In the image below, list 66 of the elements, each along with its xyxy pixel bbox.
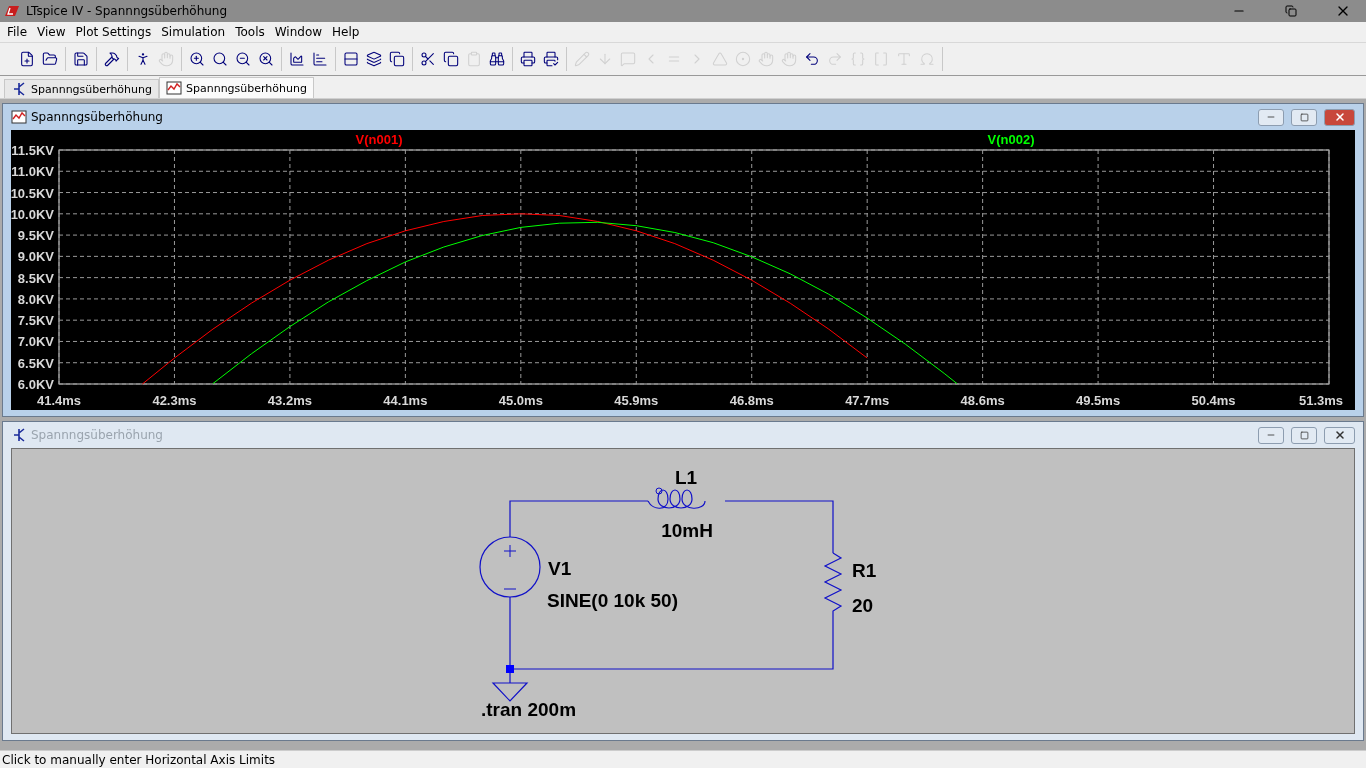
trace-legend[interactable]: V(n001) — [355, 132, 403, 147]
y-tick-label: 7.5KV — [17, 313, 54, 329]
x-tick-label: 51.3ms — [1298, 393, 1344, 408]
y-tick-label: 9.0KV — [17, 249, 54, 265]
x-tick-label: 44.1ms — [383, 393, 428, 408]
menu-item[interactable]: Plot Settings — [70, 25, 157, 39]
window-title: LTspice IV - Spannngsüberhöhung — [26, 4, 229, 18]
x-tick-label: 46.8ms — [729, 393, 774, 408]
y-tick-label: 10.5KV — [11, 185, 54, 201]
x-tick-label: 49.5ms — [1076, 393, 1121, 408]
document-tab[interactable]: Spannngsüberhöhung — [159, 77, 314, 98]
y-tick-label: 11.0KV — [11, 164, 54, 180]
maximize-button[interactable] — [1291, 108, 1317, 126]
close-icon — [1333, 111, 1346, 123]
menu-item[interactable]: File — [2, 25, 33, 39]
y-tick-label: 10.0KV — [11, 206, 54, 222]
inductor-symbol[interactable] — [647, 487, 706, 509]
x-tick-label: 41.4ms — [36, 393, 82, 408]
x-tick-label: 47.7ms — [845, 393, 890, 408]
schematic-icon — [11, 427, 27, 443]
source-value[interactable]: SINE(0 10k 50) — [547, 590, 678, 611]
schematic-window-title: Spannngsüberhöhung — [31, 428, 164, 442]
x-tick-label: 45.0ms — [498, 393, 543, 408]
y-tick-label: 6.0KV — [17, 377, 54, 392]
resistor-value[interactable]: 20 — [852, 595, 874, 616]
schematic-canvas[interactable]: L1 10mH V1 SINE(0 10k 50) R1 20 .tran 200m — [11, 448, 1355, 734]
x-tick-label: 45.9ms — [614, 393, 659, 408]
y-tick-label: 9.5KV — [17, 228, 54, 244]
x-tick-label: 42.3ms — [152, 393, 197, 408]
x-tick-label: 50.4ms — [1191, 393, 1236, 408]
inductor-name[interactable]: L1 — [674, 467, 698, 488]
plot-icon — [166, 80, 182, 96]
inductor-value[interactable]: 10mH — [661, 520, 713, 541]
maximize-icon — [1299, 112, 1309, 122]
menu-item[interactable]: Simulation — [156, 25, 231, 39]
y-tick-label: 7.0KV — [17, 334, 54, 350]
resistor-name[interactable]: R1 — [852, 560, 877, 581]
y-tick-label: 6.5KV — [17, 355, 54, 371]
voltage-source-symbol[interactable] — [479, 536, 541, 598]
y-tick-label: 11.5KV — [11, 143, 54, 158]
resistor-symbol[interactable] — [823, 552, 843, 620]
close-button[interactable] — [1324, 426, 1355, 444]
menu-item[interactable]: Help — [327, 25, 365, 39]
source-name[interactable]: V1 — [548, 558, 572, 579]
document-tab[interactable]: Spannngsüberhöhung — [4, 79, 159, 98]
maximize-icon — [1299, 430, 1309, 440]
app-logo-icon — [4, 5, 20, 17]
y-tick-label: 8.0KV — [17, 291, 54, 307]
trace-legend[interactable]: V(n002) — [987, 132, 1035, 147]
close-button[interactable] — [1324, 108, 1355, 126]
y-tick-label: 8.5KV — [17, 270, 54, 286]
menu-item[interactable]: View — [32, 25, 71, 39]
ground-symbol[interactable] — [492, 672, 529, 702]
restore-icon — [1285, 5, 1297, 17]
menu-item[interactable]: Window — [269, 25, 328, 39]
plot-window-title: Spannngsüberhöhung — [31, 110, 164, 124]
menu-item[interactable]: Tools — [230, 25, 270, 39]
spice-directive[interactable]: .tran 200m — [481, 699, 577, 720]
waveform-plot[interactable]: 11.5KV 11.0KV 10.5KV 10.0KV 9.5KV 9.0KV 8.5KV 8.0KV 7.5KV 7.0KV 6.5KV 6.0KV 41.4ms 42.3ms 43.2ms 44.1ms 45.0ms 45.9ms 46.8ms 47.7ms 48.6ms 49.5ms 50.4ms 51.3ms V(n001) V(n002) — [11, 130, 1355, 410]
maximize-button[interactable] — [1291, 426, 1317, 444]
x-tick-label: 48.6ms — [960, 393, 1005, 408]
schematic-icon — [11, 81, 27, 97]
x-tick-label: 43.2ms — [267, 393, 312, 408]
status-text: Click to manually enter Horizontal Axis Limits — [2, 752, 276, 767]
close-icon — [1333, 429, 1346, 441]
plot-icon — [11, 109, 27, 125]
